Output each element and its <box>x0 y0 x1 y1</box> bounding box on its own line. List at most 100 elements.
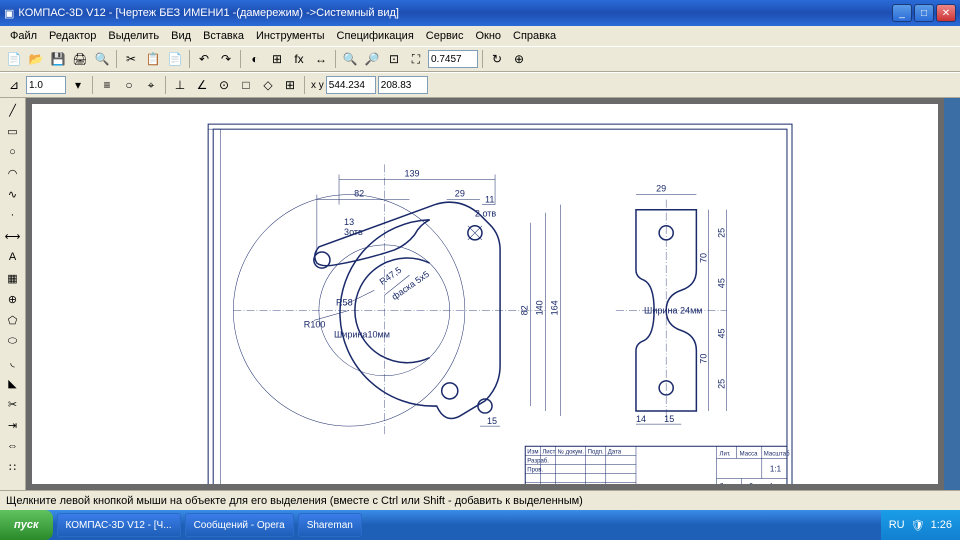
cad-drawing: 139 82 29 11 2 отв 13 3отв R100 R58 R47,… <box>32 104 938 484</box>
drawing-canvas[interactable]: 139 82 29 11 2 отв 13 3отв R100 R58 R47,… <box>32 104 938 484</box>
side-14: 14 <box>636 414 646 424</box>
refresh-button[interactable]: ↻ <box>487 49 507 69</box>
menu-help[interactable]: Справка <box>507 28 562 44</box>
menu-select[interactable]: Выделить <box>102 28 165 44</box>
system-tray[interactable]: RU 🛡 1:26 <box>881 510 960 540</box>
menu-spec[interactable]: Спецификация <box>331 28 420 44</box>
dim-82: 82 <box>354 189 364 199</box>
start-button[interactable]: пуск <box>0 510 53 540</box>
task-shareman[interactable]: Shareman <box>298 513 362 537</box>
tool-5[interactable]: ⊕ <box>509 49 529 69</box>
tb-date: Дата <box>608 449 622 455</box>
tool-extend[interactable]: ⇥ <box>2 415 24 435</box>
tool-b[interactable]: ▾ <box>68 75 88 95</box>
tool-a[interactable]: ⊿ <box>4 75 24 95</box>
zoom-out-button[interactable]: 🔎 <box>362 49 382 69</box>
tool-mirror[interactable]: ⇔ <box>2 436 24 456</box>
side-70-2: 70 <box>698 354 708 364</box>
tool-trim[interactable]: ✂ <box>2 394 24 414</box>
width24: Ширина 24мм <box>644 305 702 315</box>
tb-lit: Лит. <box>720 451 731 457</box>
tool-3[interactable]: fx <box>289 49 309 69</box>
tb-scaleval: 1:1 <box>770 464 782 473</box>
side-15: 15 <box>664 414 674 424</box>
maximize-button[interactable]: □ <box>914 4 934 22</box>
tb-izm: Изм <box>527 449 538 455</box>
tb-dev: Разраб. <box>527 458 549 464</box>
coord-y-input[interactable] <box>378 76 428 94</box>
close-button[interactable]: ✕ <box>936 4 956 22</box>
task-kompas[interactable]: КОМПАС-3D V12 - [Ч... <box>57 513 181 537</box>
tool-circle[interactable]: ○ <box>2 142 24 162</box>
minimize-button[interactable]: _ <box>892 4 912 22</box>
menu-window[interactable]: Окно <box>469 28 507 44</box>
tool-text[interactable]: A <box>2 247 24 267</box>
menu-edit[interactable]: Редактор <box>43 28 102 44</box>
snap-1[interactable]: ⊥ <box>170 75 190 95</box>
scale-input[interactable] <box>26 76 66 94</box>
tool-d[interactable]: ⌖ <box>141 75 161 95</box>
new-button[interactable]: 📄 <box>4 49 24 69</box>
redo-button[interactable]: ↷ <box>216 49 236 69</box>
tb-scale: Масштаб <box>764 451 790 457</box>
taskbar: пуск КОМПАС-3D V12 - [Ч... Сообщений - O… <box>0 510 960 540</box>
tool-2[interactable]: ⊞ <box>267 49 287 69</box>
tool-1[interactable]: ◐ <box>245 49 265 69</box>
separator <box>165 76 166 94</box>
menu-service[interactable]: Сервис <box>420 28 470 44</box>
tool-spline[interactable]: ∿ <box>2 184 24 204</box>
layer-button[interactable]: ≡ <box>97 75 117 95</box>
open-button[interactable]: 📂 <box>26 49 46 69</box>
menu-bar: Файл Редактор Выделить Вид Вставка Инстр… <box>0 26 960 46</box>
snap-4[interactable]: □ <box>236 75 256 95</box>
separator <box>304 76 305 94</box>
tool-hatch[interactable]: ▦ <box>2 268 24 288</box>
zoom-input[interactable] <box>428 50 478 68</box>
menu-view[interactable]: Вид <box>165 28 197 44</box>
save-button[interactable]: 💾 <box>48 49 68 69</box>
print-button[interactable]: 🖨 <box>70 49 90 69</box>
tool-axis[interactable]: ⊕ <box>2 289 24 309</box>
menu-insert[interactable]: Вставка <box>197 28 250 44</box>
tool-fillet[interactable]: ◟ <box>2 352 24 372</box>
tool-rect[interactable]: ▭ <box>2 121 24 141</box>
tool-arc[interactable]: ◠ <box>2 163 24 183</box>
side-70-1: 70 <box>698 253 708 263</box>
dim-r100: R100 <box>304 319 326 329</box>
menu-tools[interactable]: Инструменты <box>250 28 331 44</box>
tool-chamfer[interactable]: ◣ <box>2 373 24 393</box>
dim-2holes: 2 отв <box>475 209 497 219</box>
tool-4[interactable]: ↔ <box>311 49 331 69</box>
tb-check: Пров. <box>527 467 543 473</box>
tool-polygon[interactable]: ⬠ <box>2 310 24 330</box>
tray-lang[interactable]: RU <box>889 519 905 531</box>
zoom-in-button[interactable]: 🔍 <box>340 49 360 69</box>
tool-dim[interactable]: ⟷ <box>2 226 24 246</box>
separator <box>482 50 483 68</box>
zoom-fit-button[interactable]: ⛶ <box>406 49 426 69</box>
paste-button[interactable]: 📄 <box>165 49 185 69</box>
snap-3[interactable]: ⊙ <box>214 75 234 95</box>
snap-6[interactable]: ⊞ <box>280 75 300 95</box>
undo-button[interactable]: ↶ <box>194 49 214 69</box>
tool-point[interactable]: · <box>2 205 24 225</box>
copy-button[interactable]: 📋 <box>143 49 163 69</box>
snap-2[interactable]: ∠ <box>192 75 212 95</box>
menu-file[interactable]: Файл <box>4 28 43 44</box>
tb-mass: Масса <box>740 451 758 457</box>
tool-line[interactable]: ╱ <box>2 100 24 120</box>
coord-x-input[interactable] <box>326 76 376 94</box>
preview-button[interactable]: 🔍 <box>92 49 112 69</box>
tray-clock: 1:26 <box>931 519 952 531</box>
cut-button[interactable]: ✂ <box>121 49 141 69</box>
tb-doc: № докум. <box>557 448 584 455</box>
task-opera[interactable]: Сообщений - Opera <box>185 513 294 537</box>
app-icon: ▣ <box>4 7 14 20</box>
tool-c[interactable]: ○ <box>119 75 139 95</box>
dim-h82: 82 <box>519 305 529 315</box>
separator <box>240 50 241 68</box>
tool-array[interactable]: ∷ <box>2 457 24 477</box>
zoom-window-button[interactable]: ⊡ <box>384 49 404 69</box>
tool-ellipse[interactable]: ⬭ <box>2 331 24 351</box>
snap-5[interactable]: ◇ <box>258 75 278 95</box>
